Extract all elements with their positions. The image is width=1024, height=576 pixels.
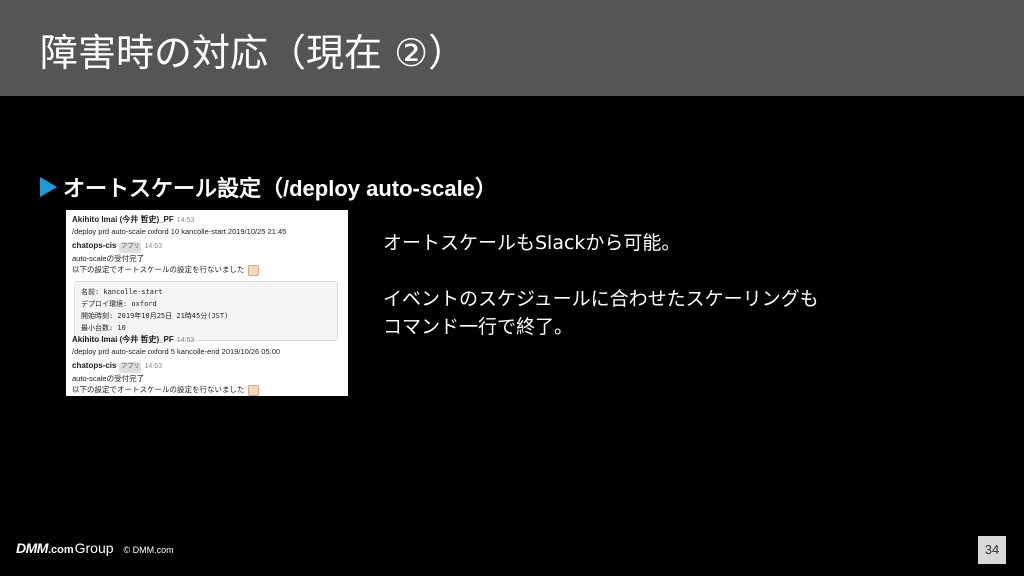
message-time: 14:53: [176, 217, 195, 224]
app-badge: アプリ: [119, 242, 142, 253]
code-line: 最小台数: 10: [81, 324, 126, 332]
message-text: auto-scaleの受付完了: [72, 254, 145, 263]
bullet-item: オートスケール設定（/deploy auto-scale）: [40, 171, 497, 203]
slide-title: 障害時の対応（現在 ②）: [40, 31, 467, 75]
description-line: コマンド一行で終了。: [383, 316, 574, 338]
message-user: Akihito Imai (今井 哲史)_PF: [72, 335, 174, 344]
triangle-bullet-icon: [40, 177, 57, 197]
code-block: 名前: kancolle-start デプロイ環境: oxford 開始時刻: …: [74, 281, 338, 341]
logo-com: .com: [47, 544, 74, 556]
slack-message: Akihito Imai (今井 哲史)_PF 14:53 /deploy prd…: [72, 214, 286, 237]
description-line: オートスケールもSlackから可能。: [383, 232, 681, 254]
code-line: 開始時刻: 2019年10月25日 21時45分(JST): [81, 312, 229, 320]
app-badge: アプリ: [119, 362, 142, 373]
message-text: 以下の設定でオートスケールの設定を行ないました: [72, 265, 245, 274]
emoji-icon: [247, 264, 259, 276]
message-user: chatops-cis: [72, 361, 117, 370]
slide-header: 障害時の対応（現在 ②）: [0, 0, 1024, 96]
company-logo: DMM .com Group © DMM.com: [16, 540, 174, 556]
message-text: auto-scaleの受付完了: [72, 374, 145, 383]
message-text: 以下の設定でオートスケールの設定を行ないました: [72, 385, 245, 394]
slack-screenshot: Akihito Imai (今井 哲史)_PF 14:53 /deploy prd…: [66, 210, 348, 396]
slack-message: chatops-cis アプリ 14:53 auto-scaleの受付完了 以下の設…: [72, 240, 259, 276]
message-time: 14:53: [144, 363, 163, 370]
message-text: /deploy prd auto-scale oxford 5 kancolle…: [72, 347, 281, 356]
page-number: 34: [978, 536, 1006, 564]
description: オートスケールもSlackから可能。 イベントのスケジュールに合わせたスケーリン…: [383, 229, 819, 341]
bullet-text: オートスケール設定（/deploy auto-scale）: [63, 176, 497, 201]
emoji-icon: [247, 384, 259, 396]
slack-message: chatops-cis アプリ 14:53 auto-scaleの受付完了 以下の設…: [72, 360, 259, 396]
message-time: 14:53: [144, 243, 163, 250]
message-user: Akihito Imai (今井 哲史)_PF: [72, 215, 174, 224]
code-line: デプロイ環境: oxford: [81, 300, 157, 308]
logo-dmm: DMM: [16, 540, 48, 556]
message-time: 14:53: [176, 337, 195, 344]
code-line: 名前: kancolle-start: [81, 288, 163, 296]
copyright: © DMM.com: [123, 545, 174, 555]
message-text: /deploy prd auto-scale oxford 10 kancoll…: [72, 227, 287, 236]
logo-group: Group: [74, 540, 114, 556]
slack-message: Akihito Imai (今井 哲史)_PF 14:53 /deploy prd…: [72, 334, 280, 357]
description-line: イベントのスケジュールに合わせたスケーリングも: [383, 288, 819, 310]
message-user: chatops-cis: [72, 241, 117, 250]
